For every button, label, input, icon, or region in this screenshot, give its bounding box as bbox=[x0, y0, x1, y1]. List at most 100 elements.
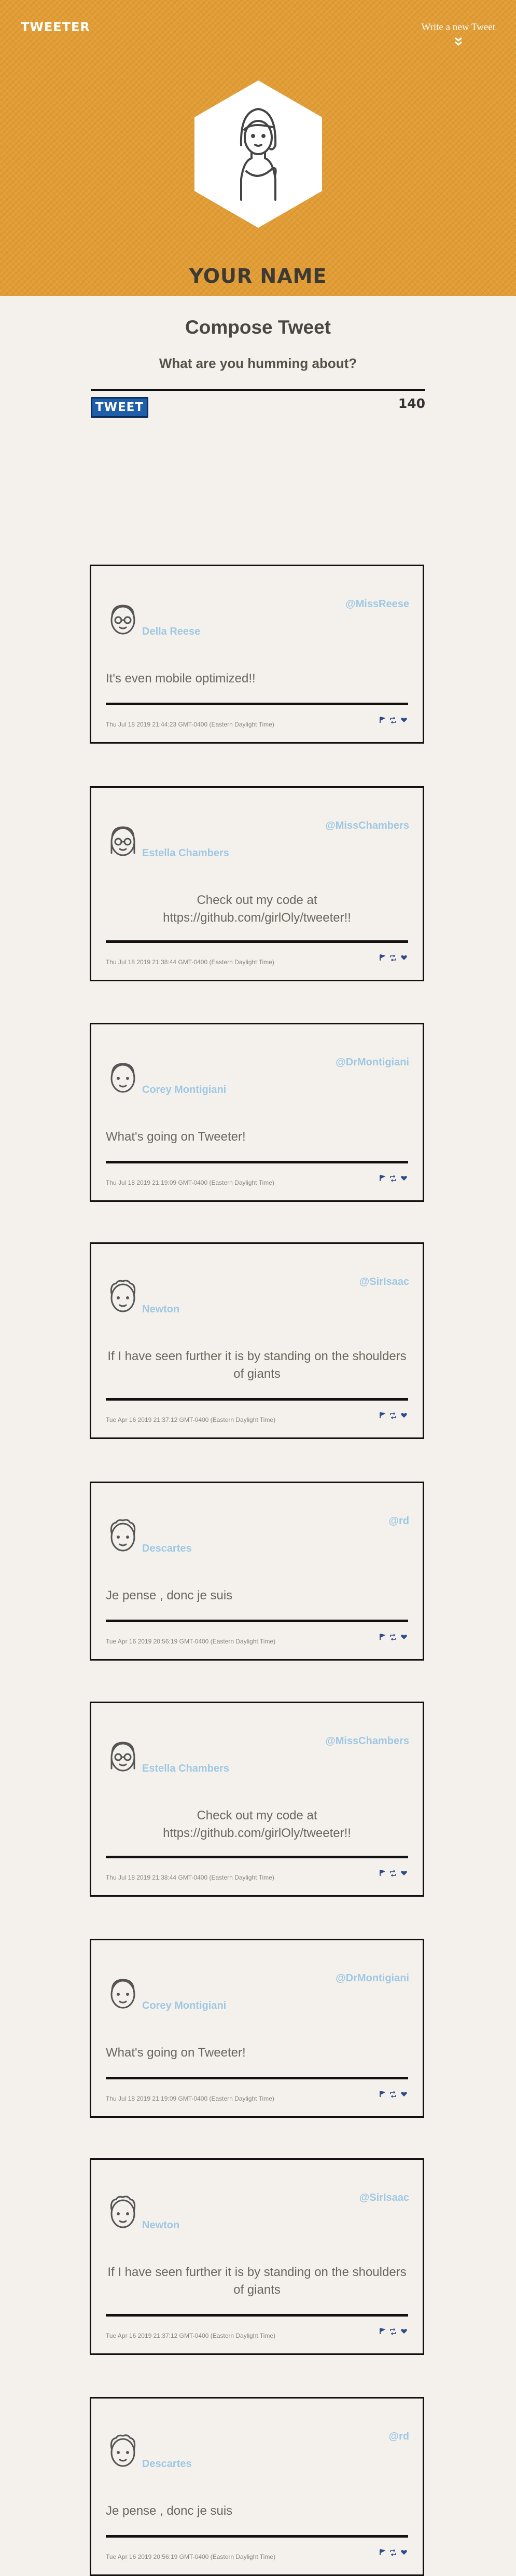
tweet-author-name[interactable]: Descartes bbox=[142, 2458, 192, 2470]
user-avatar-icon bbox=[110, 1519, 136, 1552]
retweet-icon[interactable] bbox=[389, 1175, 397, 1182]
tweet-handle[interactable]: @SirIsaac bbox=[359, 1276, 409, 1288]
tweet-timestamp: Tue Apr 16 2019 21:37:12 GMT-0400 (Easte… bbox=[106, 2332, 276, 2339]
tweet-card: @DrMontigiani Corey Montigiani What's go… bbox=[90, 1939, 424, 2118]
tweet-timestamp: Thu Jul 18 2019 21:38:44 GMT-0400 (Easte… bbox=[106, 1874, 274, 1881]
tweet-handle[interactable]: @DrMontigiani bbox=[336, 1972, 409, 1984]
heart-icon[interactable] bbox=[401, 1870, 407, 1876]
retweet-icon[interactable] bbox=[389, 2091, 397, 2098]
retweet-icon[interactable] bbox=[389, 2328, 397, 2335]
tweet-author-name[interactable]: Estella Chambers bbox=[142, 847, 229, 859]
tweet-divider bbox=[106, 1161, 408, 1163]
compose-form[interactable]: TWEET 140 bbox=[91, 389, 425, 422]
tweet-card: @SirIsaac Newton If I have seen further … bbox=[90, 1242, 424, 1439]
tweet-handle[interactable]: @rd bbox=[388, 1515, 409, 1527]
tweet-divider bbox=[106, 1398, 408, 1401]
write-new-tweet-button[interactable]: Write a new Tweet bbox=[421, 22, 495, 47]
tweet-timestamp: Thu Jul 18 2019 21:19:09 GMT-0400 (Easte… bbox=[106, 1179, 274, 1186]
retweet-icon[interactable] bbox=[389, 1634, 397, 1640]
flag-icon[interactable] bbox=[379, 1634, 385, 1640]
tweet-divider bbox=[106, 2535, 408, 2538]
heart-icon[interactable] bbox=[401, 2328, 407, 2334]
user-avatar-icon bbox=[110, 1742, 135, 1772]
tweet-timestamp: Thu Jul 18 2019 21:44:23 GMT-0400 (Easte… bbox=[106, 721, 274, 728]
tweet-text: Je pense , donc je suis bbox=[106, 2504, 233, 2518]
double-chevron-down-icon bbox=[454, 37, 462, 46]
tweet-actions bbox=[379, 1412, 407, 1419]
tweet-card: @MissChambers Estella Chambers Check out… bbox=[90, 1702, 424, 1897]
tweet-timestamp: Tue Apr 16 2019 20:56:19 GMT-0400 (Easte… bbox=[106, 1638, 276, 1645]
flag-icon[interactable] bbox=[379, 1412, 385, 1419]
tweet-author-name[interactable]: Newton bbox=[142, 1304, 179, 1316]
character-counter: 140 bbox=[398, 396, 425, 411]
tweet-actions bbox=[379, 717, 407, 723]
tweet-actions bbox=[379, 1634, 407, 1640]
user-avatar-icon bbox=[110, 2434, 136, 2467]
tweet-divider bbox=[106, 1856, 408, 1858]
heart-icon[interactable] bbox=[401, 1413, 407, 1418]
tweet-button[interactable]: TWEET bbox=[91, 397, 148, 418]
tweet-divider bbox=[106, 1620, 408, 1622]
tweet-author-name[interactable]: Newton bbox=[142, 2219, 179, 2231]
flag-icon[interactable] bbox=[379, 1870, 385, 1876]
profile-avatar bbox=[194, 80, 322, 228]
tweet-actions bbox=[379, 2549, 407, 2556]
retweet-icon[interactable] bbox=[389, 1412, 397, 1419]
tweet-handle[interactable]: @rd bbox=[388, 2431, 409, 2443]
tweet-timestamp: Tue Apr 16 2019 21:37:12 GMT-0400 (Easte… bbox=[106, 1416, 276, 1423]
app-logo[interactable]: TWEETER bbox=[21, 20, 90, 34]
tweet-handle[interactable]: @MissChambers bbox=[325, 1735, 409, 1747]
compose-prompt: What are you humming about? bbox=[159, 355, 357, 371]
tweet-card: @SirIsaac Newton If I have seen further … bbox=[90, 2158, 424, 2355]
flag-icon[interactable] bbox=[379, 717, 385, 723]
user-avatar-icon bbox=[110, 2196, 136, 2228]
heart-icon[interactable] bbox=[401, 955, 407, 961]
tweet-card: @rd Descartes Je pense , donc je suis Tu… bbox=[90, 2397, 424, 2576]
tweet-author-name[interactable]: Corey Montigiani bbox=[142, 1084, 226, 1096]
flag-icon[interactable] bbox=[379, 954, 385, 961]
heart-icon[interactable] bbox=[401, 1634, 407, 1640]
tweet-author-name[interactable]: Estella Chambers bbox=[142, 1763, 229, 1775]
tweet-handle[interactable]: @MissReese bbox=[345, 598, 409, 610]
user-avatar-icon bbox=[110, 605, 135, 635]
tweet-card: @MissReese Della Reese It's even mobile … bbox=[90, 565, 424, 744]
flag-icon[interactable] bbox=[379, 2549, 385, 2556]
compose-title: Compose Tweet bbox=[185, 317, 331, 338]
tweet-text: What's going on Tweeter! bbox=[106, 1130, 246, 1144]
heart-icon[interactable] bbox=[401, 1175, 407, 1181]
flag-icon[interactable] bbox=[379, 1175, 385, 1182]
tweet-author-name[interactable]: Descartes bbox=[142, 1543, 192, 1555]
tweet-card: @MissChambers Estella Chambers Check out… bbox=[90, 786, 424, 981]
tweet-author-name[interactable]: Corey Montigiani bbox=[142, 2000, 226, 2012]
tweet-handle[interactable]: @MissChambers bbox=[325, 820, 409, 832]
user-avatar-icon bbox=[110, 826, 135, 856]
tweet-handle[interactable]: @SirIsaac bbox=[359, 2192, 409, 2204]
tweet-actions bbox=[379, 2091, 407, 2098]
heart-icon[interactable] bbox=[401, 2091, 407, 2097]
heart-icon[interactable] bbox=[401, 717, 407, 723]
flag-icon[interactable] bbox=[379, 2091, 385, 2098]
tweet-text: If I have seen further it is by standing… bbox=[107, 1349, 407, 1381]
profile-name: YOUR NAME bbox=[189, 265, 327, 287]
tweet-handle[interactable]: @DrMontigiani bbox=[336, 1057, 409, 1068]
retweet-icon[interactable] bbox=[389, 1870, 397, 1876]
tweet-timestamp: Thu Jul 18 2019 21:38:44 GMT-0400 (Easte… bbox=[106, 958, 274, 966]
heart-icon[interactable] bbox=[401, 2550, 407, 2555]
write-new-tweet-label: Write a new Tweet bbox=[421, 22, 495, 33]
tweet-card: @rd Descartes Je pense , donc je suis Tu… bbox=[90, 1482, 424, 1661]
tweet-divider bbox=[106, 703, 408, 705]
flag-icon[interactable] bbox=[379, 2328, 385, 2335]
page-header: TWEETER Write a new Tweet YOUR NAME bbox=[0, 0, 516, 296]
user-avatar-icon bbox=[110, 1979, 135, 2009]
tweet-text: If I have seen further it is by standing… bbox=[107, 2265, 407, 2297]
retweet-icon[interactable] bbox=[389, 717, 397, 723]
tweet-divider bbox=[106, 2077, 408, 2079]
tweet-divider bbox=[106, 940, 408, 943]
retweet-icon[interactable] bbox=[389, 954, 397, 961]
tweet-divider bbox=[106, 2314, 408, 2317]
tweet-text: Check out my code at https://github.com/… bbox=[163, 893, 351, 925]
tweet-timestamp: Thu Jul 18 2019 21:19:09 GMT-0400 (Easte… bbox=[106, 2095, 274, 2102]
retweet-icon[interactable] bbox=[389, 2549, 397, 2556]
tweet-author-name[interactable]: Della Reese bbox=[142, 626, 200, 638]
tweet-text: It's even mobile optimized!! bbox=[106, 672, 256, 686]
